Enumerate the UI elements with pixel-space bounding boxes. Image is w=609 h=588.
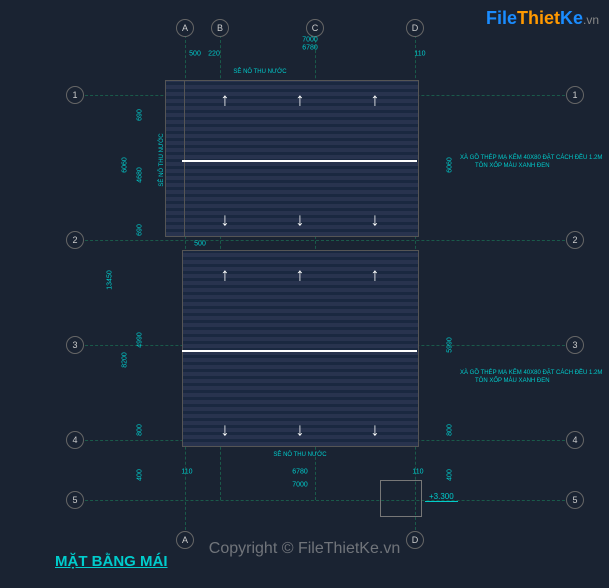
dim-bot-2: 6780 — [292, 469, 308, 476]
dim-top-2: 220 — [208, 51, 220, 58]
slope-arrow: ↑ — [296, 265, 305, 286]
dim-left-total: 13450 — [107, 270, 114, 289]
bubble-3-l: 3 — [66, 336, 84, 354]
dim-right-1: 6060 — [447, 157, 454, 173]
bubble-2-r: 2 — [566, 231, 584, 249]
bubble-a-top: A — [176, 19, 194, 37]
grid-line-2 — [75, 240, 575, 241]
elevation-marker: +3.300 — [425, 492, 458, 502]
note-1-line2: TÔN XỐP MÀU XANH ĐEN — [475, 163, 550, 169]
roof-notch — [165, 80, 185, 237]
grid-line-5 — [75, 500, 575, 501]
dim-top-3: 6780 — [302, 45, 318, 52]
slope-arrow: ↓ — [296, 420, 305, 441]
dim-bot-1: 110 — [181, 469, 192, 476]
dim-right-3: 800 — [447, 424, 454, 436]
slope-arrow: ↑ — [371, 265, 380, 286]
copyright-text: Copyright © FileThietKe.vn — [209, 540, 400, 558]
dim-left-3: 690 — [137, 224, 144, 236]
ridge-lower — [182, 350, 417, 352]
bubble-b-top: B — [211, 19, 229, 37]
slope-arrow: ↓ — [296, 210, 305, 231]
logo-ke: Ke — [560, 8, 583, 28]
dim-left-6: 400 — [137, 469, 144, 481]
bubble-5-r: 5 — [566, 491, 584, 509]
bubble-1-r: 1 — [566, 86, 584, 104]
dim-bot-3: 110 — [412, 469, 423, 476]
slope-arrow: ↑ — [371, 90, 380, 111]
note-2-line2: TÔN XỐP MÀU XANH ĐEN — [475, 378, 550, 384]
bubble-1-l: 1 — [66, 86, 84, 104]
slope-arrow: ↑ — [296, 90, 305, 111]
bubble-d-bot: D — [406, 531, 424, 549]
dim-left-5: 800 — [137, 424, 144, 436]
bubble-d-top: D — [406, 19, 424, 37]
balcony-wall — [380, 480, 422, 517]
watermark-logo: FileThietKe.vn — [486, 8, 599, 29]
slope-arrow: ↓ — [371, 210, 380, 231]
gutter-bot: SÊ NÔ THU NƯỚC — [273, 452, 326, 458]
note-2-line1: XÀ GỒ THÉP MẠ KẼM 40X80 ĐẶT CÁCH ĐỀU 1.2… — [460, 370, 602, 376]
slope-arrow: ↓ — [221, 420, 230, 441]
dim-right-2: 5990 — [447, 337, 454, 353]
dim-top-4: 110 — [414, 51, 425, 58]
slope-arrow: ↓ — [221, 210, 230, 231]
slope-arrow: ↑ — [221, 265, 230, 286]
bubble-a-bot: A — [176, 531, 194, 549]
drawing-title: MẶT BẰNG MÁI — [55, 553, 168, 570]
gutter-top: SÊ NÔ THU NƯỚC — [233, 69, 286, 75]
bubble-c-top: C — [306, 19, 324, 37]
dim-left-seg1: 6060 — [122, 157, 129, 173]
bubble-4-r: 4 — [566, 431, 584, 449]
logo-thiet: Thiet — [517, 8, 560, 28]
drawing-canvas: FileThietKe.vn A B C D A D 1 2 3 4 5 1 2… — [0, 0, 609, 588]
bubble-4-l: 4 — [66, 431, 84, 449]
gutter-left: SÊ NÔ THU NƯỚC — [159, 133, 165, 186]
bubble-5-l: 5 — [66, 491, 84, 509]
dim-bot-total: 7000 — [292, 482, 308, 489]
dim-top-1: 500 — [189, 51, 201, 58]
bubble-2-l: 2 — [66, 231, 84, 249]
logo-vn: .vn — [583, 13, 599, 27]
dim-left-2: 4680 — [137, 167, 144, 183]
dim-mid: 500 — [194, 241, 206, 248]
bubble-3-r: 3 — [566, 336, 584, 354]
ridge-upper — [182, 160, 417, 162]
dim-left-seg2: 8200 — [122, 352, 129, 368]
dim-right-4: 400 — [447, 469, 454, 481]
dim-left-4: 4990 — [137, 332, 144, 348]
dim-left-1: 690 — [137, 109, 144, 121]
logo-file: File — [486, 8, 517, 28]
slope-arrow: ↑ — [221, 90, 230, 111]
hatch-notch — [166, 81, 184, 236]
slope-arrow: ↓ — [371, 420, 380, 441]
note-1-line1: XÀ GỒ THÉP MẠ KẼM 40X80 ĐẶT CÁCH ĐỀU 1.2… — [460, 155, 602, 161]
dim-top-total: 7000 — [302, 37, 318, 44]
